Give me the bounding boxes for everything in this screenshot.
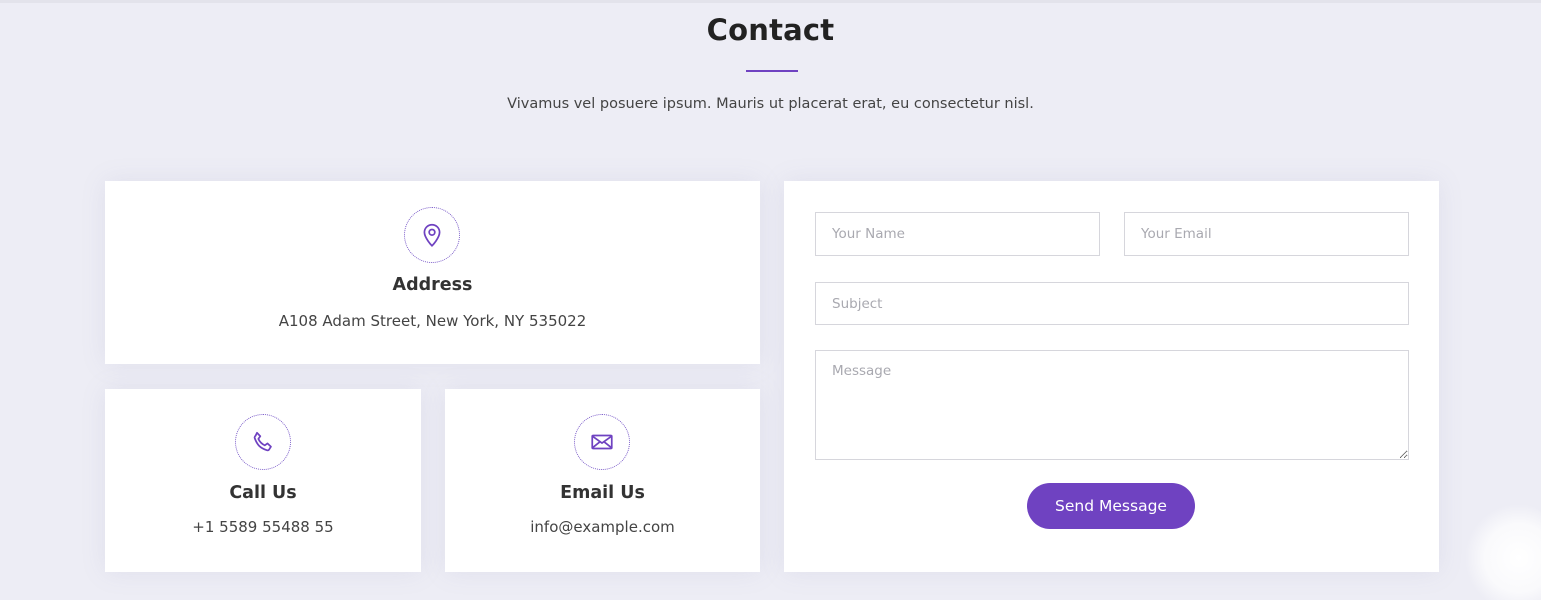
title-underline (746, 70, 798, 72)
map-pin-icon (404, 207, 460, 263)
message-textarea[interactable] (815, 350, 1409, 460)
email-card: Email Us info@example.com (445, 389, 760, 572)
section-title: Contact (706, 13, 835, 47)
envelope-icon (574, 414, 630, 470)
call-heading: Call Us (229, 483, 297, 503)
email-input[interactable] (1124, 212, 1409, 256)
email-address[interactable]: info@example.com (445, 518, 760, 536)
address-text: A108 Adam Street, New York, NY 535022 (278, 312, 587, 330)
email-heading: Email Us (560, 483, 645, 503)
subject-input[interactable] (815, 282, 1409, 325)
contact-form: Send Message (784, 181, 1439, 572)
contact-section: Contact Vivamus vel posuere ipsum. Mauri… (0, 0, 1541, 600)
phone-number[interactable]: +1 5589 55488 55 (105, 518, 421, 536)
address-card: Address A108 Adam Street, New York, NY 5… (105, 181, 760, 364)
section-subtitle: Vivamus vel posuere ipsum. Mauris ut pla… (507, 96, 1034, 112)
phone-icon (235, 414, 291, 470)
call-card: Call Us +1 5589 55488 55 (105, 389, 421, 572)
address-heading: Address (392, 275, 473, 295)
send-message-button[interactable]: Send Message (1027, 483, 1195, 529)
name-input[interactable] (815, 212, 1100, 256)
decorative-cloud (1465, 503, 1541, 600)
